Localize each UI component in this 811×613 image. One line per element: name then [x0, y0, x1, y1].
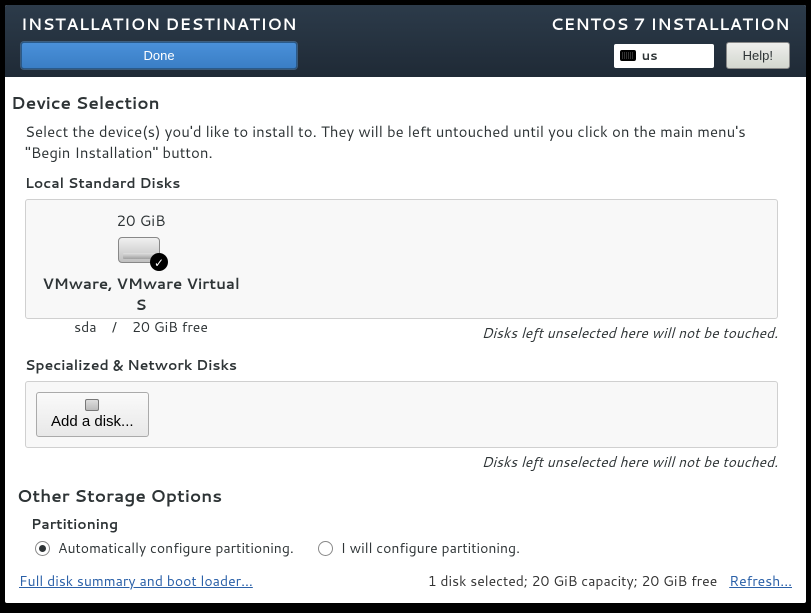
- add-disk-label: Add a disk...: [51, 413, 134, 430]
- disk-status-text: 1 disk selected; 20 GiB capacity; 20 GiB…: [428, 571, 718, 591]
- disk-free: 20 GiB free: [132, 317, 208, 337]
- keyboard-layout-label: us: [642, 47, 658, 65]
- footer-bar: Full disk summary and boot loader... 1 d…: [5, 561, 806, 603]
- other-storage-title: Other Storage Options: [17, 484, 786, 508]
- special-disks-hint: Disks left unselected here will not be t…: [11, 452, 778, 472]
- local-disks-panel: 20 GiB ✓ VMware, VMware Virtual S sda / …: [25, 199, 778, 319]
- add-disk-button[interactable]: Add a disk...: [36, 392, 149, 437]
- manual-partition-radio[interactable]: [318, 541, 333, 556]
- auto-partition-label: Automatically configure partitioning.: [58, 538, 294, 558]
- manual-partition-label: I will configure partitioning.: [341, 538, 520, 558]
- disk-item-sda[interactable]: 20 GiB ✓ VMware, VMware Virtual S sda / …: [36, 210, 246, 337]
- product-title: CENTOS 7 INSTALLATION: [551, 13, 790, 36]
- special-disks-label: Specialized & Network Disks: [25, 355, 792, 375]
- main-content: Device Selection Select the device(s) yo…: [5, 77, 806, 561]
- help-button[interactable]: Help!: [726, 42, 790, 69]
- auto-partition-radio-item[interactable]: Automatically configure partitioning.: [35, 538, 294, 558]
- device-selection-description: Select the device(s) you'd like to insta…: [25, 121, 792, 163]
- full-disk-summary-link[interactable]: Full disk summary and boot loader...: [19, 571, 253, 591]
- disk-model-name: VMware, VMware Virtual S: [36, 273, 246, 315]
- disk-size: 20 GiB: [36, 210, 246, 231]
- keyboard-layout-selector[interactable]: us: [614, 44, 714, 68]
- refresh-link[interactable]: Refresh...: [729, 571, 792, 591]
- page-title: INSTALLATION DESTINATION: [21, 13, 297, 36]
- header-bar: INSTALLATION DESTINATION Done CENTOS 7 I…: [5, 5, 806, 77]
- disk-graphic: ✓: [118, 237, 164, 267]
- disk-dev: sda: [74, 317, 96, 337]
- partitioning-label: Partitioning: [31, 514, 786, 534]
- check-icon: ✓: [150, 253, 168, 271]
- add-disk-icon: [85, 399, 99, 411]
- local-disks-label: Local Standard Disks: [25, 173, 792, 193]
- keyboard-icon: [620, 50, 636, 61]
- manual-partition-radio-item[interactable]: I will configure partitioning.: [318, 538, 520, 558]
- disk-sep: /: [112, 317, 117, 337]
- done-button[interactable]: Done: [21, 42, 297, 69]
- device-selection-title: Device Selection: [11, 91, 792, 115]
- auto-partition-radio[interactable]: [35, 541, 50, 556]
- special-disks-panel: Add a disk...: [25, 381, 778, 448]
